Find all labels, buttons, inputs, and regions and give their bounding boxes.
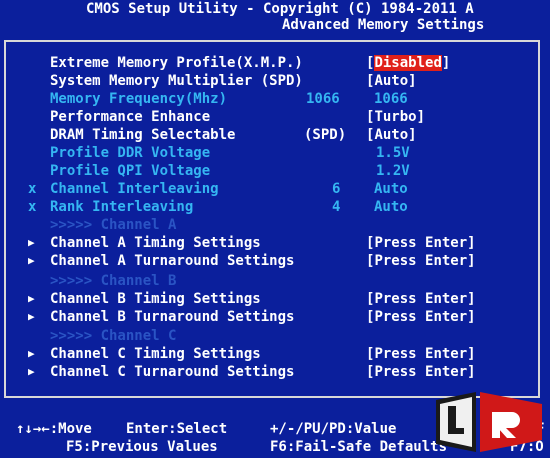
submenu-label: Channel C Timing Settings [50,346,261,362]
submenu-action[interactable]: [Press Enter] [366,363,476,381]
setting-value: 1.5V [376,145,410,161]
setting-dram-timing[interactable]: DRAM Timing Selectable (SPD) [Auto] [6,126,538,144]
channel-b-turnaround-item[interactable]: ▶ Channel B Turnaround Settings [Press E… [6,308,538,326]
setting-label: DRAM Timing Selectable [50,127,236,143]
setting-label: Memory Frequency(Mhz) [50,91,228,107]
setting-memory-multiplier[interactable]: System Memory Multiplier (SPD) [Auto] [6,72,538,90]
setting-label: System Memory Multiplier (SPD) [50,73,303,89]
setting-label: Channel Interleaving [50,181,219,197]
triangle-right-icon: ▶ [28,292,35,305]
page-title: Advanced Memory Settings [282,17,485,33]
setting-value[interactable]: [Disabled] [366,54,450,72]
settings-panel: Extreme Memory Profile(X.M.P.) [Disabled… [4,40,540,398]
submenu-action[interactable]: [Press Enter] [366,252,476,270]
setting-value[interactable]: [Auto] [366,72,417,90]
triangle-right-icon: ▶ [28,254,35,267]
setting-performance-enhance[interactable]: Performance Enhance [Turbo] [6,108,538,126]
setting-memory-frequency: Memory Frequency(Mhz) 1066 1066 [6,90,538,108]
submenu-action[interactable]: [Press Enter] [366,290,476,308]
submenu-action[interactable]: [Press Enter] [366,234,476,252]
help-fail-safe: F6:Fail-Safe Defaults [270,439,448,455]
setting-qpi-voltage: Profile QPI Voltage 1.2V [6,162,538,180]
disabled-mark: x [28,181,37,197]
channel-c-header: >>>>> Channel C [50,328,177,344]
setting-value: Auto [374,199,408,215]
setting-label: Extreme Memory Profile(X.M.P.) [50,55,303,71]
triangle-right-icon: ▶ [28,310,35,323]
setting-value: 1.2V [376,163,410,179]
setting-current: 4 [332,199,341,215]
triangle-right-icon: ▶ [28,236,35,249]
setting-value[interactable]: [Turbo] [366,108,425,126]
channel-a-header: >>>>> Channel A [50,217,177,233]
submenu-label: Channel A Timing Settings [50,235,261,251]
submenu-label: Channel B Turnaround Settings [50,309,295,325]
disabled-mark: x [28,199,37,215]
legit-reviews-logo [436,392,542,452]
channel-a-turnaround-item[interactable]: ▶ Channel A Turnaround Settings [Press E… [6,252,538,270]
channel-b-header: >>>>> Channel B [50,273,177,289]
setting-label: Profile QPI Voltage [50,163,211,179]
triangle-right-icon: ▶ [28,365,35,378]
channel-a-timing-item[interactable]: ▶ Channel A Timing Settings [Press Enter… [6,234,538,252]
channel-c-turnaround-item[interactable]: ▶ Channel C Turnaround Settings [Press E… [6,363,538,381]
setting-rank-interleaving: x Rank Interleaving 4 Auto [6,198,538,216]
setting-value: Auto [374,181,408,197]
submenu-action[interactable]: [Press Enter] [366,345,476,363]
submenu-action[interactable]: [Press Enter] [366,308,476,326]
setting-current: (SPD) [304,127,347,143]
setting-label: Performance Enhance [50,109,211,125]
selected-value[interactable]: Disabled [374,55,442,71]
help-move: ↑↓→←:Move [16,421,92,437]
setting-label: Rank Interleaving [50,199,194,215]
help-previous-values: F5:Previous Values [66,439,218,455]
help-select: Enter:Select [126,421,228,437]
triangle-right-icon: ▶ [28,347,35,360]
setting-value: 1066 [374,91,408,107]
submenu-label: Channel C Turnaround Settings [50,364,295,380]
setting-ddr-voltage: Profile DDR Voltage 1.5V [6,144,538,162]
setting-label: Profile DDR Voltage [50,145,211,161]
submenu-label: Channel A Turnaround Settings [50,253,295,269]
setting-xmp[interactable]: Extreme Memory Profile(X.M.P.) [Disabled… [6,54,538,72]
channel-c-timing-item[interactable]: ▶ Channel C Timing Settings [Press Enter… [6,345,538,363]
help-value: +/-/PU/PD:Value [270,421,397,437]
setting-current: 1066 [306,91,340,107]
title-bar: CMOS Setup Utility - Copyright (C) 1984-… [0,0,550,34]
setting-current: 6 [332,181,341,197]
submenu-label: Channel B Timing Settings [50,291,261,307]
utility-title: CMOS Setup Utility - Copyright (C) 1984-… [86,1,474,17]
setting-channel-interleaving: x Channel Interleaving 6 Auto [6,180,538,198]
setting-value[interactable]: [Auto] [366,126,417,144]
channel-b-timing-item[interactable]: ▶ Channel B Timing Settings [Press Enter… [6,290,538,308]
